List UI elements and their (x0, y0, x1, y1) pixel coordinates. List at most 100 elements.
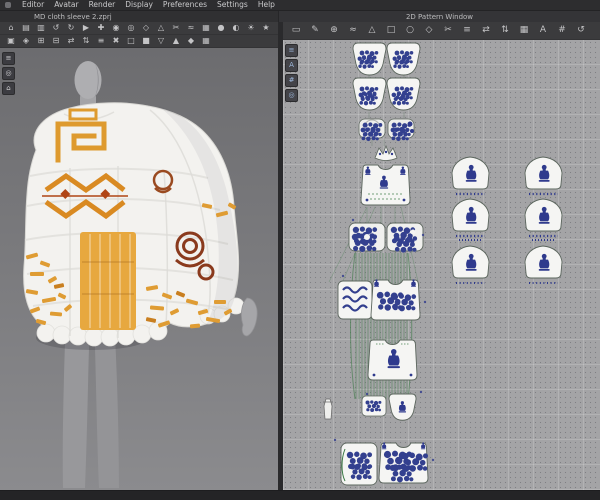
menu-display[interactable]: Display (120, 0, 158, 10)
pattern-piece-small-left[interactable] (361, 395, 387, 417)
home-icon[interactable]: ⌂ (4, 22, 18, 34)
cut-tool-icon[interactable]: ✂ (439, 24, 457, 38)
menu-help[interactable]: Help (253, 0, 280, 10)
zoom-2d-icon[interactable]: ◎ (285, 89, 298, 102)
3d-viewport-tools: ≡ ◎ ⌂ (2, 52, 15, 95)
menu-preferences[interactable]: Preferences (158, 0, 212, 10)
pattern-piece-cap-1[interactable] (451, 156, 490, 196)
show-seams-icon[interactable]: ⊞ (34, 35, 48, 47)
pattern-piece-bodice-mid[interactable] (370, 279, 421, 321)
select-move-icon[interactable]: ✚ (94, 22, 108, 34)
light-icon[interactable]: ☀ (244, 22, 258, 34)
avatar-icon[interactable]: ● (214, 22, 228, 34)
view-menu-icon[interactable]: ≡ (94, 35, 108, 47)
free-sewing-icon[interactable]: ⇄ (477, 24, 495, 38)
sync-view-icon[interactable]: ⇄ (64, 35, 78, 47)
rotate-gizmo-icon[interactable]: ◎ (124, 22, 138, 34)
toolbar-3d-row2: ▣ ◈ ⊞ ⊟ ⇄ ⇅ ≡ ✖ □ ■ ▽ ▲ ◆ ▦ (0, 35, 278, 48)
edit-pattern-icon[interactable]: ✎ (306, 24, 324, 38)
menu-editor[interactable]: Editor (17, 0, 49, 10)
pattern-piece-dense-right[interactable] (387, 118, 415, 142)
project-tab[interactable]: MD cloth sleeve 2.zprj (0, 11, 278, 22)
show-avatar-icon[interactable]: ◈ (19, 35, 33, 47)
scissors-icon[interactable]: ✂ (169, 22, 183, 34)
circle-tool-icon[interactable]: ○ (401, 24, 419, 38)
menu-settings[interactable]: Settings (212, 0, 253, 10)
pattern-piece-crown[interactable] (374, 144, 398, 161)
add-point-icon[interactable]: ⊕ (325, 24, 343, 38)
pattern-piece-dense-left[interactable] (358, 118, 386, 142)
pattern-piece-bottom-right[interactable] (378, 442, 429, 484)
pattern-piece-heavy-left[interactable] (348, 222, 386, 253)
menu-items: Editor Avatar Render Display Preferences Sett… (17, 0, 280, 10)
render-icon[interactable]: ★ (259, 22, 273, 34)
sewing-icon[interactable]: ≈ (184, 22, 198, 34)
undo-icon[interactable]: ↺ (49, 22, 63, 34)
scale-gizmo-icon[interactable]: ◇ (139, 22, 153, 34)
pattern-piece-cap-3[interactable] (451, 198, 490, 241)
fabric-icon[interactable]: ▦ (199, 22, 213, 34)
pattern-piece-row2-right[interactable] (386, 77, 421, 111)
delete-icon[interactable]: ✖ (109, 35, 123, 47)
pattern-piece-tiny[interactable] (323, 398, 333, 420)
sewing-direction-icon[interactable]: ⇅ (496, 24, 514, 38)
collision-toggle-icon[interactable]: ▲ (169, 35, 183, 47)
pattern-piece-small-right[interactable] (388, 393, 417, 421)
zoom-mode-icon[interactable]: ◎ (2, 67, 15, 80)
application-window: Editor Avatar Render Display Preferences Sett… (0, 0, 600, 500)
pattern-piece-wavy[interactable] (337, 280, 373, 320)
pattern-piece-heavy-right[interactable] (386, 222, 424, 253)
pattern-piece-cap-4[interactable] (524, 198, 563, 241)
rectangle-tool-icon[interactable]: □ (382, 24, 400, 38)
pattern-window-header[interactable]: 2D Pattern Window (278, 11, 600, 22)
reset-camera-icon[interactable]: ⌂ (2, 82, 15, 95)
shaded-view-icon[interactable]: ■ (139, 35, 153, 47)
menu-avatar[interactable]: Avatar (49, 0, 83, 10)
texture-editor-icon[interactable]: ▦ (515, 24, 533, 38)
transform-pattern-icon[interactable]: ▭ (287, 24, 305, 38)
pattern-piece-bottom-left[interactable] (340, 442, 378, 486)
texture-view-icon[interactable]: ▦ (199, 35, 213, 47)
gravity-toggle-icon[interactable]: ▽ (154, 35, 168, 47)
pattern-piece-cap-5[interactable] (451, 245, 490, 284)
dart-tool-icon[interactable]: ◇ (420, 24, 438, 38)
save-project-icon[interactable]: ▥ (34, 22, 48, 34)
simulate-icon[interactable]: ▶ (79, 22, 93, 34)
segment-sewing-icon[interactable]: ≡ (458, 24, 476, 38)
pattern-piece-top-left[interactable] (352, 42, 387, 76)
pattern-window-title: 2D Pattern Window (405, 12, 474, 21)
wireframe-icon[interactable]: □ (124, 35, 138, 47)
pattern-piece-cap-6[interactable] (524, 245, 563, 284)
toolbar-3d: ⌂ ▤ ▥ ↺ ↻ ▶ ✚ ◉ ◎ ◇ △ ✂ ≈ ▦ ● ◐ ☀ ★ ▣ ◈ ⊞ ⊟ ⇄ ⇅ ≡ ✖ □ ■ ▽ ▲ ◆ ▦ (0, 22, 278, 48)
status-bar (0, 490, 600, 500)
annotation-icon[interactable]: A (534, 24, 552, 38)
polygon-tool-icon[interactable]: △ (363, 24, 381, 38)
camera-icon[interactable]: ◐ (229, 22, 243, 34)
pattern-piece-cap-2[interactable] (524, 156, 563, 196)
toolbar-2d: ▭ ✎ ⊕ ≈ △ □ ○ ◇ ✂ ≡ ⇄ ⇅ ▦ A # ↺ (283, 22, 600, 40)
pattern-piece-row2-left[interactable] (352, 77, 387, 111)
viewport-menu-icon[interactable]: ≡ (2, 52, 15, 65)
pattern-menu-icon[interactable]: ≡ (285, 44, 298, 57)
pattern-piece-top-right[interactable] (386, 42, 421, 76)
strain-map-icon[interactable]: ◆ (184, 35, 198, 47)
pattern-piece-bodice-low[interactable] (367, 339, 418, 381)
pattern-piece-bodice-top[interactable] (360, 164, 411, 206)
measure-icon[interactable]: △ (154, 22, 168, 34)
2d-scene (323, 42, 563, 486)
annotation-2d-icon[interactable]: A (285, 59, 298, 72)
open-project-icon[interactable]: ▤ (19, 22, 33, 34)
layer-order-icon[interactable]: ⇅ (79, 35, 93, 47)
3d-viewport[interactable]: ≡ ◎ ⌂ (0, 48, 278, 490)
snap-grid-icon[interactable]: # (285, 74, 298, 87)
project-title: MD cloth sleeve 2.zprj (34, 12, 112, 21)
edit-curve-icon[interactable]: ≈ (344, 24, 362, 38)
pin-icon[interactable]: ◉ (109, 22, 123, 34)
redo-icon[interactable]: ↻ (64, 22, 78, 34)
show-garment-icon[interactable]: ▣ (4, 35, 18, 47)
menu-render[interactable]: Render (84, 0, 121, 10)
2d-pattern-viewport[interactable]: ≡ A # ◎ (283, 40, 600, 490)
resync-2d-icon[interactable]: ↺ (572, 24, 590, 38)
show-pins-icon[interactable]: ⊟ (49, 35, 63, 47)
grid-toggle-icon[interactable]: # (553, 24, 571, 38)
